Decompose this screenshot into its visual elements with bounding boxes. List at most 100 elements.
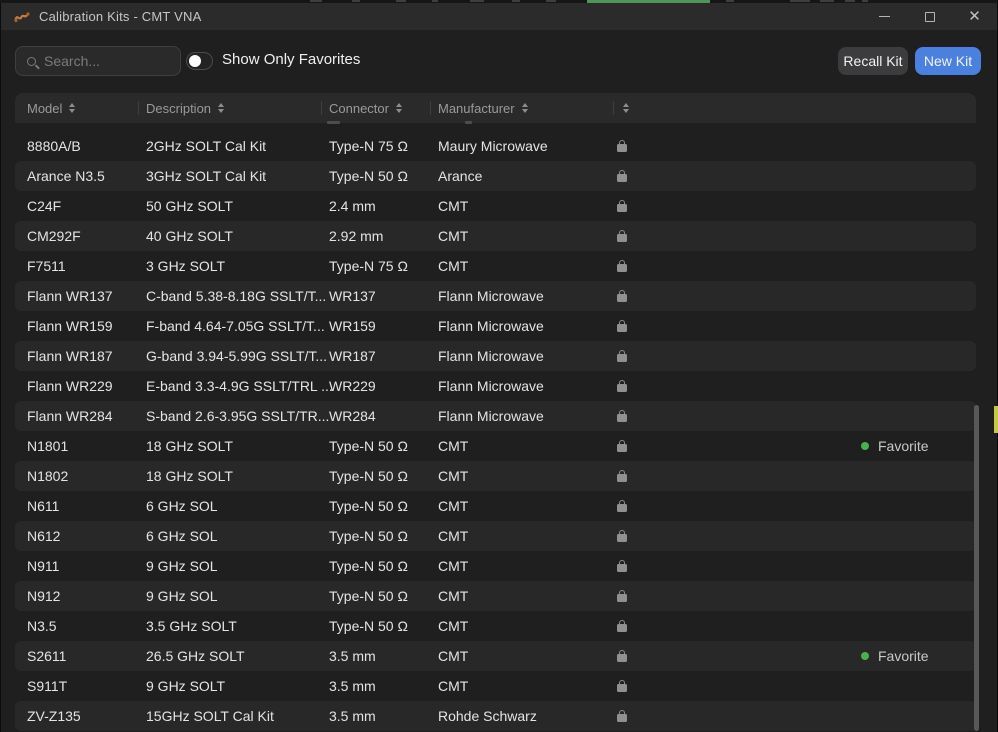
cell-lock [612, 401, 632, 431]
minimize-button[interactable] [862, 3, 907, 30]
cell-lock [612, 191, 632, 221]
table-row[interactable]: ZV-Z13515GHz SOLT Cal Kit3.5 mmRohde Sch… [15, 701, 976, 731]
cell-manufacturer: Flann Microwave [438, 281, 544, 311]
padlock-icon [617, 710, 627, 722]
cell-description: 18 GHz SOLT [146, 461, 233, 491]
window-title: Calibration Kits - CMT VNA [39, 9, 201, 24]
favorites-toggle[interactable] [186, 52, 213, 70]
cell-description: F-band 4.64-7.05G SSLT/T... [146, 311, 325, 341]
header-divider [138, 101, 139, 115]
cell-manufacturer: CMT [438, 191, 468, 221]
cell-description: 3 GHz SOLT [146, 251, 225, 281]
header-divider [430, 101, 431, 115]
title-bar[interactable]: Calibration Kits - CMT VNA ✕ [1, 3, 997, 30]
table-row[interactable]: 8880A/B2GHz SOLT Cal KitType-N 75 ΩMaury… [15, 131, 976, 161]
cell-description: 6 GHz SOL [146, 491, 218, 521]
table-header: Model Description Connector Manufacturer [15, 93, 976, 123]
column-header-connector[interactable]: Connector [329, 93, 402, 123]
cell-lock [612, 551, 632, 581]
table-row[interactable]: N9119 GHz SOLType-N 50 ΩCMT [15, 551, 976, 581]
favorites-toggle-label: Show Only Favorites [222, 51, 360, 68]
table-row[interactable]: N6116 GHz SOLType-N 50 ΩCMT [15, 491, 976, 521]
new-kit-button[interactable]: New Kit [915, 47, 981, 75]
close-button[interactable]: ✕ [952, 3, 997, 30]
table-row[interactable]: Flann WR229E-band 3.3-4.9G SSLT/TRL ...W… [15, 371, 976, 401]
padlock-icon [617, 620, 627, 632]
cell-model: N611 [27, 491, 59, 521]
recall-kit-button[interactable]: Recall Kit [838, 47, 908, 75]
app-logo-icon [14, 10, 30, 24]
table-row[interactable]: N3.53.5 GHz SOLTType-N 50 ΩCMT [15, 611, 976, 641]
cell-connector: Type-N 50 Ω [329, 161, 408, 191]
table-row[interactable]: CM292F40 GHz SOLT2.92 mmCMT [15, 221, 976, 251]
vertical-scrollbar-thumb[interactable] [974, 405, 979, 731]
cell-connector: Type-N 50 Ω [329, 611, 408, 641]
cell-description: 6 GHz SOL [146, 521, 218, 551]
search-input[interactable] [44, 53, 164, 69]
cell-model: N912 [27, 581, 60, 611]
table-row[interactable]: N180118 GHz SOLTType-N 50 ΩCMTFavorite [15, 431, 976, 461]
column-header-description[interactable]: Description [146, 93, 224, 123]
column-header-lock[interactable] [623, 93, 629, 123]
table-row[interactable]: S911T9 GHz SOLT3.5 mmCMT [15, 671, 976, 701]
cell-lock [612, 161, 632, 191]
favorite-dot-icon [861, 652, 869, 660]
cell-manufacturer: Arance [438, 161, 482, 191]
table-row[interactable]: S261126.5 GHz SOLT3.5 mmCMTFavorite [15, 641, 976, 671]
table-row[interactable]: N180218 GHz SOLTType-N 50 ΩCMT [15, 461, 976, 491]
table-row[interactable]: F75113 GHz SOLTType-N 75 ΩCMT [15, 251, 976, 281]
cell-lock [612, 281, 632, 311]
padlock-icon [617, 350, 627, 362]
cell-connector: Type-N 75 Ω [329, 251, 408, 281]
toolbar: Show Only Favorites Recall Kit New Kit [1, 46, 997, 76]
cell-manufacturer: CMT [438, 551, 468, 581]
cell-model: N612 [27, 521, 60, 551]
cell-connector: WR159 [329, 311, 376, 341]
search-icon [27, 57, 36, 66]
cell-connector: 3.5 mm [329, 641, 376, 671]
cell-lock [612, 491, 632, 521]
table-row[interactable]: N6126 GHz SOLType-N 50 ΩCMT [15, 521, 976, 551]
cell-description: G-band 3.94-5.99G SSLT/T... [146, 341, 327, 371]
cell-description: 9 GHz SOL [146, 581, 218, 611]
cell-manufacturer: CMT [438, 581, 468, 611]
padlock-icon [617, 650, 627, 662]
padlock-icon [617, 560, 627, 572]
cell-lock [612, 131, 632, 161]
cell-model: Flann WR137 [27, 281, 113, 311]
table-row[interactable]: Flann WR187 G-band 3.94-5.99G SSLT/T...WR… [15, 341, 976, 371]
cell-connector: WR187 [329, 341, 376, 371]
table-row[interactable]: Flann WR159F-band 4.64-7.05G SSLT/T...WR… [15, 311, 976, 341]
sort-icon [623, 103, 629, 113]
cell-model: Flann WR284 [27, 401, 113, 431]
cell-lock [612, 701, 632, 731]
cell-model: CM292F [27, 221, 81, 251]
background-artifact-sliver [994, 406, 998, 433]
table-row[interactable]: Flann WR137C-band 5.38-8.18G SSLT/T...WR… [15, 281, 976, 311]
window-controls: ✕ [862, 3, 997, 30]
maximize-button[interactable] [907, 3, 952, 30]
cell-lock [612, 341, 632, 371]
partial-row-artifact [465, 121, 472, 124]
cell-connector: WR284 [329, 401, 376, 431]
cell-connector: Type-N 50 Ω [329, 461, 408, 491]
cell-description: S-band 2.6-3.95G SSLT/TR... [146, 401, 329, 431]
close-icon: ✕ [968, 9, 981, 24]
table-row[interactable]: Arance N3.53GHz SOLT Cal KitType-N 50 ΩA… [15, 161, 976, 191]
cell-manufacturer: CMT [438, 641, 468, 671]
favorite-label: Favorite [878, 648, 929, 664]
cell-model: ZV-Z135 [27, 701, 81, 731]
table-row[interactable]: N9129 GHz SOLType-N 50 ΩCMT [15, 581, 976, 611]
search-box[interactable] [15, 46, 181, 76]
cell-model: Flann WR187 [27, 341, 113, 371]
column-header-manufacturer[interactable]: Manufacturer [438, 93, 528, 123]
app-window: Calibration Kits - CMT VNA ✕ Show Only F… [0, 3, 998, 732]
cell-description: 15GHz SOLT Cal Kit [146, 701, 274, 731]
table-row[interactable]: C24F50 GHz SOLT2.4 mmCMT [15, 191, 976, 221]
header-divider [613, 101, 614, 115]
table-row[interactable]: Flann WR284 S-band 2.6-3.95G SSLT/TR...WR… [15, 401, 976, 431]
cell-lock [612, 311, 632, 341]
favorite-dot-icon [861, 442, 869, 450]
column-header-model[interactable]: Model [27, 93, 75, 123]
cell-lock [612, 221, 632, 251]
